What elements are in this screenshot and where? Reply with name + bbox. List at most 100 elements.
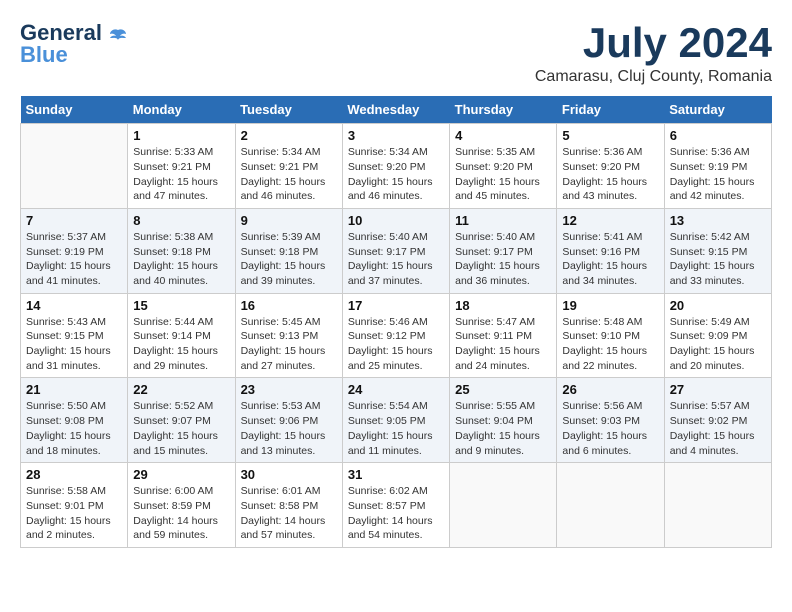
day-number: 8 — [133, 213, 229, 228]
day-number: 16 — [241, 298, 337, 313]
calendar-cell: 28 Sunrise: 5:58 AM Sunset: 9:01 PM Dayli… — [21, 463, 128, 548]
calendar-cell: 9 Sunrise: 5:39 AM Sunset: 9:18 PM Daylig… — [235, 208, 342, 293]
day-info: Sunrise: 6:02 AM Sunset: 8:57 PM Dayligh… — [348, 484, 444, 543]
day-info: Sunrise: 5:42 AM Sunset: 9:15 PM Dayligh… — [670, 230, 766, 289]
day-number: 25 — [455, 382, 551, 397]
day-number: 10 — [348, 213, 444, 228]
day-number: 3 — [348, 128, 444, 143]
calendar-cell — [664, 463, 771, 548]
col-header-friday: Friday — [557, 96, 664, 124]
day-number: 15 — [133, 298, 229, 313]
calendar-cell — [21, 124, 128, 209]
col-header-monday: Monday — [128, 96, 235, 124]
calendar-cell — [450, 463, 557, 548]
day-info: Sunrise: 5:36 AM Sunset: 9:19 PM Dayligh… — [670, 145, 766, 204]
logo-general: General — [20, 20, 102, 45]
day-number: 11 — [455, 213, 551, 228]
day-number: 14 — [26, 298, 122, 313]
day-info: Sunrise: 5:48 AM Sunset: 9:10 PM Dayligh… — [562, 315, 658, 374]
calendar-cell: 4 Sunrise: 5:35 AM Sunset: 9:20 PM Daylig… — [450, 124, 557, 209]
day-number: 17 — [348, 298, 444, 313]
day-number: 6 — [670, 128, 766, 143]
calendar-cell: 8 Sunrise: 5:38 AM Sunset: 9:18 PM Daylig… — [128, 208, 235, 293]
calendar-cell: 20 Sunrise: 5:49 AM Sunset: 9:09 PM Dayli… — [664, 293, 771, 378]
day-info: Sunrise: 5:47 AM Sunset: 9:11 PM Dayligh… — [455, 315, 551, 374]
day-info: Sunrise: 5:38 AM Sunset: 9:18 PM Dayligh… — [133, 230, 229, 289]
calendar-cell: 30Sunrise: 6:01 AM Sunset: 8:58 PM Dayli… — [235, 463, 342, 548]
day-number: 7 — [26, 213, 122, 228]
day-number: 23 — [241, 382, 337, 397]
day-number: 29 — [133, 467, 229, 482]
logo: General Blue — [20, 20, 128, 68]
calendar-cell: 15Sunrise: 5:44 AM Sunset: 9:14 PM Dayli… — [128, 293, 235, 378]
calendar-cell: 31 Sunrise: 6:02 AM Sunset: 8:57 PM Dayli… — [342, 463, 449, 548]
day-number: 21 — [26, 382, 122, 397]
day-number: 2 — [241, 128, 337, 143]
logo-bird-icon — [108, 26, 128, 46]
calendar-cell: 29 Sunrise: 6:00 AM Sunset: 8:59 PM Dayli… — [128, 463, 235, 548]
day-info: Sunrise: 5:58 AM Sunset: 9:01 PM Dayligh… — [26, 484, 122, 543]
day-number: 5 — [562, 128, 658, 143]
day-info: Sunrise: 5:52 AM Sunset: 9:07 PM Dayligh… — [133, 399, 229, 458]
calendar-cell: 3Sunrise: 5:34 AM Sunset: 9:20 PM Daylig… — [342, 124, 449, 209]
calendar-cell: 17 Sunrise: 5:46 AM Sunset: 9:12 PM Dayli… — [342, 293, 449, 378]
calendar-cell: 27Sunrise: 5:57 AM Sunset: 9:02 PM Dayli… — [664, 378, 771, 463]
day-number: 4 — [455, 128, 551, 143]
calendar-table: SundayMondayTuesdayWednesdayThursdayFrid… — [20, 96, 772, 548]
title-section: July 2024 Camarasu, Cluj County, Romania — [535, 20, 772, 86]
calendar-cell: 16 Sunrise: 5:45 AM Sunset: 9:13 PM Dayli… — [235, 293, 342, 378]
day-info: Sunrise: 5:34 AM Sunset: 9:21 PM Dayligh… — [241, 145, 337, 204]
col-header-tuesday: Tuesday — [235, 96, 342, 124]
calendar-cell: 18 Sunrise: 5:47 AM Sunset: 9:11 PM Dayli… — [450, 293, 557, 378]
day-number: 31 — [348, 467, 444, 482]
day-number: 26 — [562, 382, 658, 397]
calendar-cell: 26 Sunrise: 5:56 AM Sunset: 9:03 PM Dayli… — [557, 378, 664, 463]
col-header-wednesday: Wednesday — [342, 96, 449, 124]
day-number: 24 — [348, 382, 444, 397]
day-info: Sunrise: 5:46 AM Sunset: 9:12 PM Dayligh… — [348, 315, 444, 374]
day-info: Sunrise: 5:41 AM Sunset: 9:16 PM Dayligh… — [562, 230, 658, 289]
day-info: Sunrise: 5:36 AM Sunset: 9:20 PM Dayligh… — [562, 145, 658, 204]
day-number: 20 — [670, 298, 766, 313]
location-subtitle: Camarasu, Cluj County, Romania — [535, 68, 772, 86]
calendar-cell: 7 Sunrise: 5:37 AM Sunset: 9:19 PM Daylig… — [21, 208, 128, 293]
day-number: 30 — [241, 467, 337, 482]
calendar-cell: 6 Sunrise: 5:36 AM Sunset: 9:19 PM Daylig… — [664, 124, 771, 209]
day-info: Sunrise: 5:57 AM Sunset: 9:02 PM Dayligh… — [670, 399, 766, 458]
day-info: Sunrise: 5:53 AM Sunset: 9:06 PM Dayligh… — [241, 399, 337, 458]
day-info: Sunrise: 5:54 AM Sunset: 9:05 PM Dayligh… — [348, 399, 444, 458]
day-number: 22 — [133, 382, 229, 397]
day-number: 28 — [26, 467, 122, 482]
calendar-cell: 25Sunrise: 5:55 AM Sunset: 9:04 PM Dayli… — [450, 378, 557, 463]
calendar-cell: 1 Sunrise: 5:33 AM Sunset: 9:21 PM Daylig… — [128, 124, 235, 209]
day-number: 18 — [455, 298, 551, 313]
day-number: 9 — [241, 213, 337, 228]
col-header-thursday: Thursday — [450, 96, 557, 124]
day-info: Sunrise: 5:45 AM Sunset: 9:13 PM Dayligh… — [241, 315, 337, 374]
calendar-cell — [557, 463, 664, 548]
day-info: Sunrise: 5:49 AM Sunset: 9:09 PM Dayligh… — [670, 315, 766, 374]
col-header-saturday: Saturday — [664, 96, 771, 124]
calendar-cell: 24 Sunrise: 5:54 AM Sunset: 9:05 PM Dayli… — [342, 378, 449, 463]
col-header-sunday: Sunday — [21, 96, 128, 124]
page-header: General Blue July 2024 Camarasu, Cluj Co… — [20, 20, 772, 86]
calendar-cell: 19 Sunrise: 5:48 AM Sunset: 9:10 PM Dayli… — [557, 293, 664, 378]
day-info: Sunrise: 5:43 AM Sunset: 9:15 PM Dayligh… — [26, 315, 122, 374]
day-number: 12 — [562, 213, 658, 228]
day-info: Sunrise: 5:50 AM Sunset: 9:08 PM Dayligh… — [26, 399, 122, 458]
day-info: Sunrise: 5:33 AM Sunset: 9:21 PM Dayligh… — [133, 145, 229, 204]
day-number: 19 — [562, 298, 658, 313]
day-info: Sunrise: 5:39 AM Sunset: 9:18 PM Dayligh… — [241, 230, 337, 289]
day-info: Sunrise: 5:56 AM Sunset: 9:03 PM Dayligh… — [562, 399, 658, 458]
day-number: 1 — [133, 128, 229, 143]
month-title: July 2024 — [535, 20, 772, 66]
day-info: Sunrise: 6:00 AM Sunset: 8:59 PM Dayligh… — [133, 484, 229, 543]
calendar-cell: 2 Sunrise: 5:34 AM Sunset: 9:21 PM Daylig… — [235, 124, 342, 209]
day-info: Sunrise: 5:37 AM Sunset: 9:19 PM Dayligh… — [26, 230, 122, 289]
calendar-cell: 21 Sunrise: 5:50 AM Sunset: 9:08 PM Dayli… — [21, 378, 128, 463]
calendar-cell: 10Sunrise: 5:40 AM Sunset: 9:17 PM Dayli… — [342, 208, 449, 293]
calendar-cell: 14 Sunrise: 5:43 AM Sunset: 9:15 PM Dayli… — [21, 293, 128, 378]
calendar-cell: 23 Sunrise: 5:53 AM Sunset: 9:06 PM Dayli… — [235, 378, 342, 463]
day-number: 13 — [670, 213, 766, 228]
day-info: Sunrise: 5:35 AM Sunset: 9:20 PM Dayligh… — [455, 145, 551, 204]
